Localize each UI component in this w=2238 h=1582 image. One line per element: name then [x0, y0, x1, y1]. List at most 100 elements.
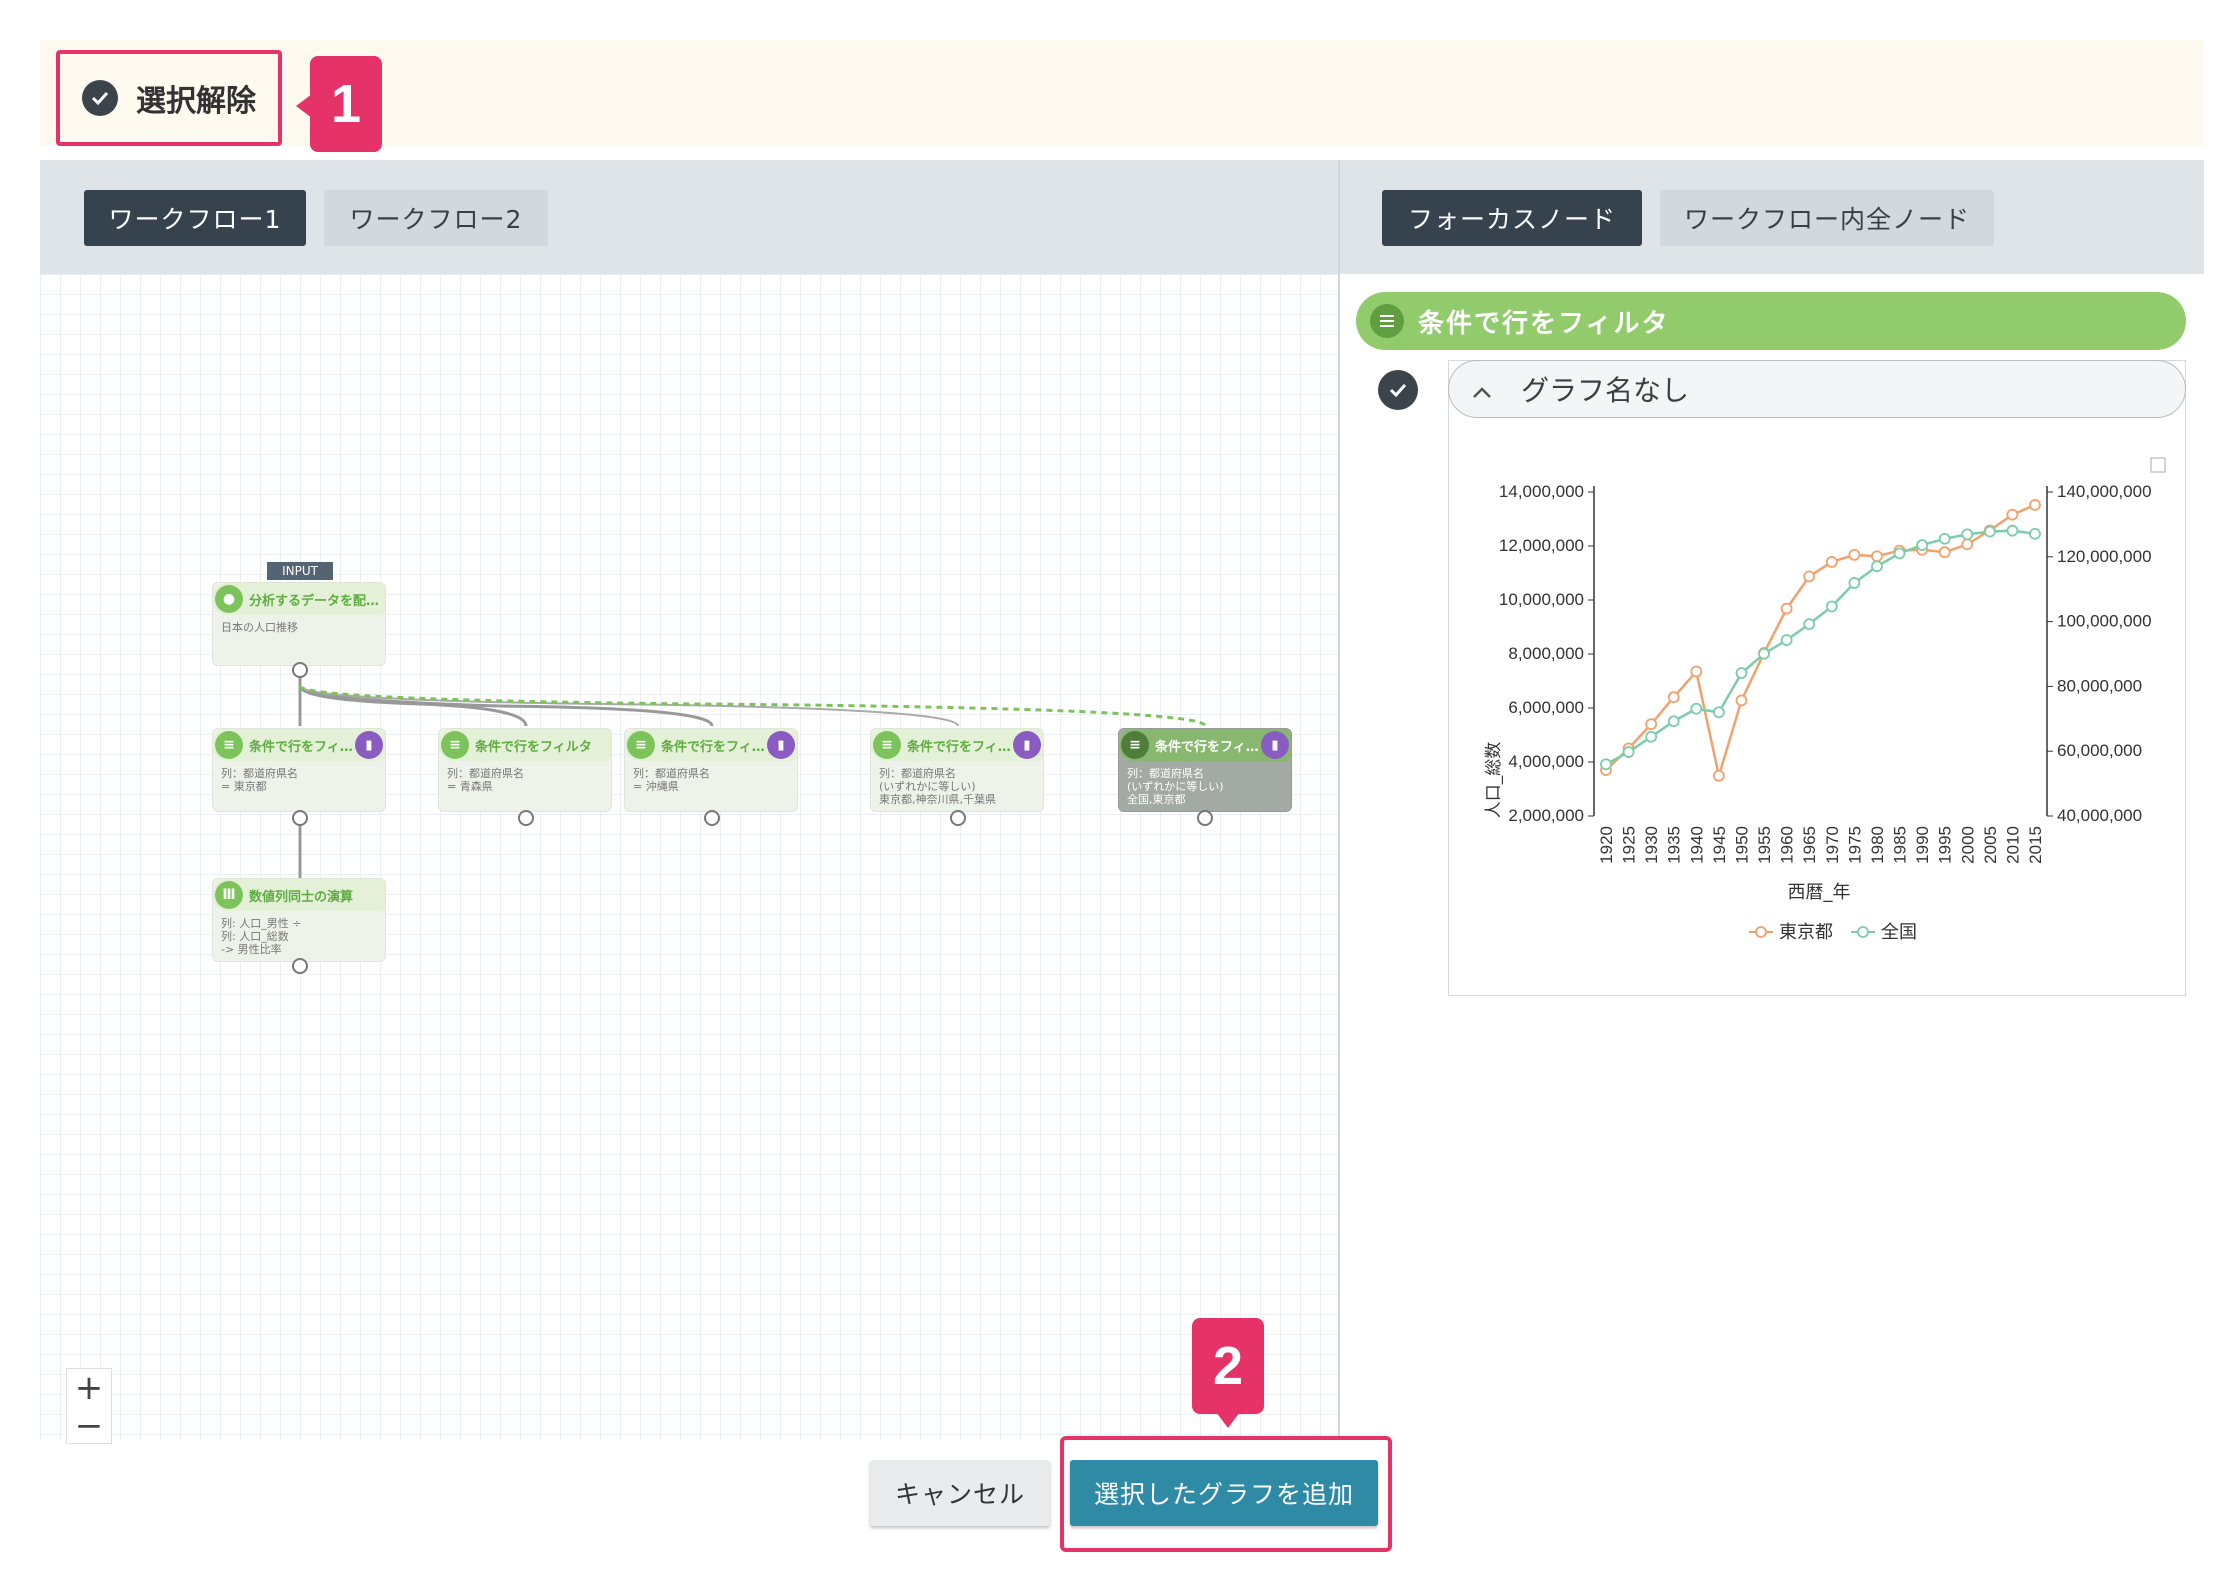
tick-label-right: 60,000,000	[2057, 741, 2142, 760]
zoom-out-button[interactable]: −	[75, 1407, 104, 1445]
data-point	[2006, 508, 2019, 521]
data-point	[1983, 525, 1996, 538]
node-port[interactable]	[950, 810, 966, 826]
panel-divider	[1338, 160, 1340, 1440]
x-axis-title: 西暦_年	[1788, 882, 1851, 903]
data-point	[1780, 634, 1793, 646]
data-point	[1690, 665, 1703, 678]
graph-select-checkbox[interactable]	[1378, 370, 1418, 410]
graph-title-bar[interactable]: グラフ名なし	[1448, 360, 2186, 418]
tick-label-x: 2005	[1981, 826, 2000, 864]
chart-icon[interactable]: ▮	[1261, 731, 1289, 759]
data-point	[1600, 758, 1612, 771]
graph-title: グラフ名なし	[1521, 374, 1690, 407]
data-point	[1938, 546, 1951, 559]
node-port[interactable]	[292, 662, 308, 678]
tick-label-left: 4,000,000	[1508, 752, 1584, 771]
legend-marker	[1755, 926, 1767, 938]
chart-icon[interactable]: ▮	[1013, 731, 1041, 759]
tick-label-x: 2010	[2003, 826, 2022, 864]
node-filter-okinawa[interactable]: ≡ 条件で行をフィ… ▮ 列：都道府県名 = 沖縄県	[624, 728, 798, 812]
data-point	[1893, 547, 1906, 560]
tick-label-x: 1950	[1732, 826, 1751, 864]
tick-label-x: 1935	[1665, 826, 1684, 864]
data-point	[1961, 538, 1974, 551]
chart-icon[interactable]: ▮	[767, 731, 795, 759]
tick-label-x: 1945	[1710, 826, 1729, 864]
legend-label: 全国	[1881, 922, 1917, 943]
columns-icon: Ⅲ	[215, 881, 243, 909]
tab-focus-node[interactable]: フォーカスノード	[1382, 190, 1642, 246]
tick-label-left: 8,000,000	[1508, 644, 1584, 663]
annotation-badge-2: 2	[1192, 1318, 1264, 1428]
node-port[interactable]	[292, 810, 308, 826]
y-axis-title: 人口_総数	[1484, 742, 1504, 819]
data-point	[1667, 715, 1680, 728]
line-chart: 2,000,000 4,000,000 6,000,000 8,000,000 10,0…	[1484, 457, 2166, 943]
chart-icon[interactable]: ▮	[355, 731, 383, 759]
node-filter-kanto[interactable]: ≡ 条件で行をフィ… ▮ 列：都道府県名 (いずれかに等しい) 東京都,神奈川県,…	[870, 728, 1044, 812]
chevron-up-icon[interactable]	[1471, 373, 1493, 406]
tick-label-x: 2000	[1958, 826, 1977, 864]
data-point	[1645, 718, 1658, 731]
tab-all-nodes[interactable]: ワークフロー内全ノード	[1660, 190, 1994, 246]
node-column-calc[interactable]: Ⅲ 数値列同士の演算 列: 人口_男性 ÷ 列: 人口_総数 -> 男性比率	[212, 878, 386, 962]
node-title: 条件で行をフィ…	[1155, 739, 1259, 755]
data-point	[2029, 527, 2041, 540]
node-port[interactable]	[518, 810, 534, 826]
data-point	[1803, 618, 1816, 631]
node-title: 分析するデータを配…	[249, 593, 380, 609]
node-body: 日本の人口推移	[221, 621, 298, 634]
data-point	[1780, 602, 1793, 615]
node-port[interactable]	[292, 958, 308, 974]
tick-label-x: 1995	[1936, 826, 1955, 864]
tick-label-x: 1980	[1868, 826, 1887, 864]
zoom-controls: + −	[66, 1368, 112, 1445]
highlight-box-2	[1060, 1436, 1392, 1552]
data-point	[1825, 600, 1838, 613]
tick-label-x: 1965	[1800, 826, 1819, 864]
data-point	[1871, 550, 1883, 563]
node-body: 列：都道府県名 (いずれかに等しい) 東京都,神奈川県,千葉県	[879, 767, 996, 806]
data-point	[1735, 694, 1748, 707]
tick-label-right: 80,000,000	[2057, 676, 2142, 695]
tick-label-x: 1930	[1642, 826, 1661, 864]
zoom-in-button[interactable]: +	[75, 1369, 104, 1407]
cancel-button[interactable]: キャンセル	[870, 1460, 1050, 1526]
node-body: 列：都道府県名 = 青森県	[447, 767, 524, 793]
node-filter-tokyo[interactable]: ≡ 条件で行をフィ… ▮ 列：都道府県名 = 東京都	[212, 728, 386, 812]
tick-label-right: 100,000,000	[2057, 612, 2152, 631]
node-data-source[interactable]: ● 分析するデータを配… 日本の人口推移	[212, 582, 386, 666]
node-filter-selected[interactable]: ≡ 条件で行をフィ… ▮ 列：都道府県名 (いずれかに等しい) 全国,東京都	[1118, 728, 1292, 812]
tick-label-x: 2015	[2026, 826, 2045, 864]
data-point	[1803, 570, 1816, 583]
data-point	[1961, 528, 1974, 541]
tick-label-x: 1940	[1687, 826, 1706, 864]
tick-label-x: 1955	[1755, 826, 1774, 864]
node-title: 条件で行をフィ…	[907, 739, 1011, 755]
filter-icon: ≡	[441, 731, 469, 759]
data-point	[1622, 746, 1635, 758]
node-filter-aomori[interactable]: ≡ 条件で行をフィルタ 列：都道府県名 = 青森県	[438, 728, 612, 812]
data-point	[1938, 532, 1951, 545]
legend-label: 東京都	[1779, 922, 1833, 943]
node-port[interactable]	[704, 810, 720, 826]
data-point	[1825, 556, 1838, 568]
filter-icon	[1370, 304, 1404, 338]
focus-node-header: 条件で行をフィルタ	[1356, 292, 2186, 350]
tick-label-x: 1985	[1891, 826, 1910, 864]
node-body: 列：都道府県名 = 沖縄県	[633, 767, 710, 793]
data-point	[1848, 577, 1861, 589]
data-point	[1712, 769, 1725, 782]
node-title: 条件で行をフィ…	[661, 739, 765, 755]
series-line	[1605, 529, 2036, 766]
node-title: 条件で行をフィ…	[249, 739, 353, 755]
tick-label-right: 40,000,000	[2057, 806, 2142, 825]
data-point	[2006, 524, 2019, 537]
data-point	[2029, 499, 2041, 511]
data-point	[1848, 549, 1861, 561]
node-port[interactable]	[1197, 810, 1213, 826]
tick-label-x: 1975	[1845, 826, 1864, 864]
data-point	[1712, 706, 1725, 719]
tick-label-x: 1925	[1620, 826, 1639, 864]
